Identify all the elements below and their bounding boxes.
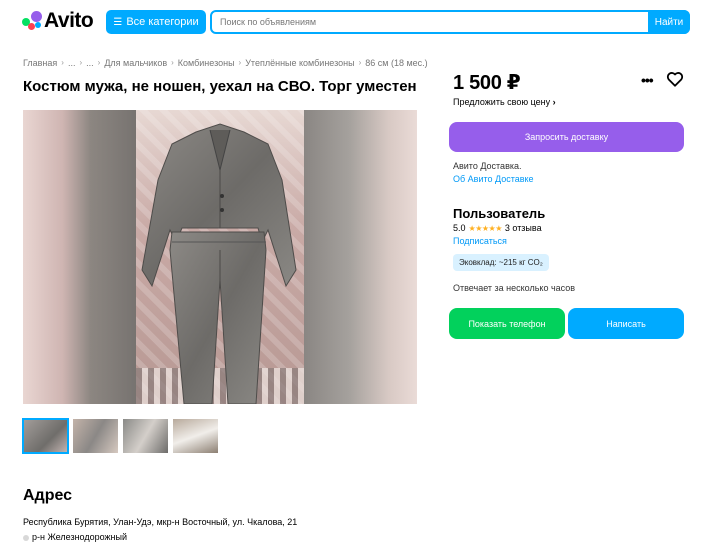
subscribe-link[interactable]: Подписаться bbox=[453, 236, 507, 246]
address-district: р-н Железнодорожный bbox=[23, 532, 127, 542]
chevron-right-icon: › bbox=[61, 58, 64, 67]
all-categories-label: Все категории bbox=[126, 16, 199, 28]
logo-dots-icon bbox=[22, 11, 42, 31]
photo-blur-right bbox=[304, 110, 417, 404]
favorite-heart-icon[interactable] bbox=[666, 70, 684, 88]
metro-dot-icon bbox=[23, 534, 29, 541]
response-time: Отвечает за несколько часов bbox=[453, 283, 576, 293]
thumbnail-strip bbox=[22, 418, 218, 454]
search-bar: Найти bbox=[210, 10, 690, 34]
request-delivery-button[interactable]: Запросить доставку bbox=[449, 122, 684, 152]
offer-price-link[interactable]: Предложить свою цену › bbox=[453, 97, 556, 107]
thumbnail[interactable] bbox=[22, 418, 69, 454]
rating-stars-icon: ★★★★★ bbox=[468, 223, 503, 233]
listing-title: Костюм мужа, не ношен, уехал на СВО. Тор… bbox=[23, 78, 417, 95]
top-header: Avito ☰ Все категории Найти bbox=[0, 0, 706, 46]
address-district-text: р-н Железнодорожный bbox=[32, 532, 127, 542]
breadcrumb-item[interactable]: Утеплённые комбинезоны bbox=[245, 58, 354, 68]
suit-photo bbox=[136, 110, 304, 404]
about-delivery-link[interactable]: Об Авито Доставке bbox=[453, 174, 534, 184]
address-title: Адрес bbox=[23, 487, 73, 504]
avito-logo[interactable]: Avito bbox=[22, 9, 94, 33]
chevron-right-icon: › bbox=[358, 58, 362, 67]
all-categories-button[interactable]: ☰ Все категории bbox=[106, 10, 206, 34]
chevron-right-icon: › bbox=[171, 58, 174, 67]
thumbnail[interactable] bbox=[73, 419, 118, 453]
thumbnail[interactable] bbox=[123, 419, 168, 453]
seller-name[interactable]: Пользователь bbox=[453, 206, 545, 221]
reviews-link[interactable]: 3 отзыва bbox=[505, 223, 542, 233]
breadcrumb: Главная › ... › ... › Для мальчиков › Ко… bbox=[23, 58, 428, 68]
breadcrumb-item[interactable]: ... bbox=[68, 58, 76, 68]
chevron-right-icon: › bbox=[552, 97, 556, 107]
more-options-icon[interactable]: ••• bbox=[641, 72, 654, 88]
suit-illustration bbox=[141, 123, 297, 404]
breadcrumb-item[interactable]: 86 см (18 мес.) bbox=[365, 58, 427, 68]
show-phone-button[interactable]: Показать телефон bbox=[449, 308, 565, 339]
delivery-note: Авито Доставка. bbox=[453, 161, 522, 171]
price: 1 500 ₽ bbox=[453, 72, 521, 94]
breadcrumb-item[interactable]: ... bbox=[86, 58, 94, 68]
categories-icon: ☰ bbox=[113, 16, 123, 28]
address-line: Республика Бурятия, Улан-Удэ, мкр-н Вост… bbox=[23, 517, 298, 527]
write-message-button[interactable]: Написать bbox=[568, 308, 684, 339]
thumbnail[interactable] bbox=[173, 419, 218, 453]
seller-rating: 5.0 ★★★★★ 3 отзыва bbox=[453, 223, 542, 233]
chevron-right-icon: › bbox=[238, 58, 242, 67]
eco-contribution-badge: Эковклад: ~215 кг CO₂ bbox=[453, 254, 549, 271]
main-photo[interactable] bbox=[23, 110, 417, 404]
search-input[interactable] bbox=[220, 15, 640, 29]
search-button[interactable]: Найти bbox=[648, 10, 690, 34]
logo-text: Avito bbox=[44, 9, 94, 32]
breadcrumb-item[interactable]: Комбинезоны bbox=[178, 58, 235, 68]
breadcrumb-item[interactable]: Главная bbox=[23, 58, 57, 68]
offer-price-label: Предложить свою цену bbox=[453, 97, 551, 107]
chevron-right-icon: › bbox=[79, 58, 83, 67]
rating-value: 5.0 bbox=[453, 223, 466, 233]
breadcrumb-item[interactable]: Для мальчиков bbox=[104, 58, 167, 68]
chevron-right-icon: › bbox=[97, 58, 101, 67]
photo-blur-left bbox=[23, 110, 136, 404]
